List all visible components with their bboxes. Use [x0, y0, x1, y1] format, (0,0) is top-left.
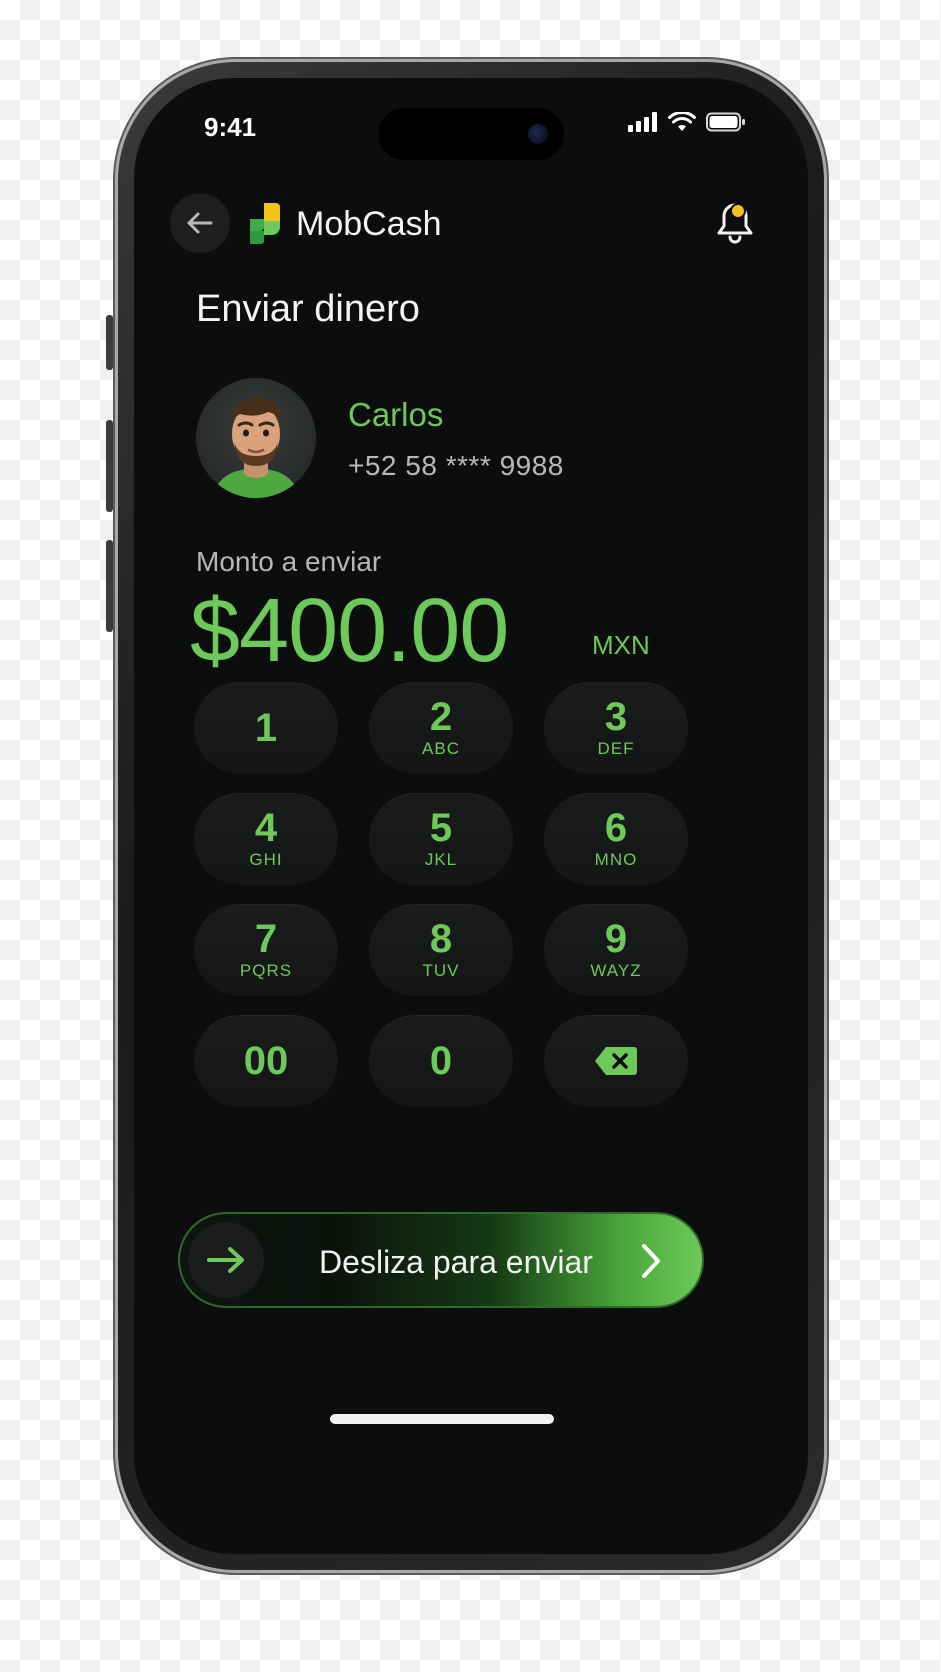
app-header: MobCash — [170, 193, 772, 253]
key-letters: DEF — [597, 739, 635, 758]
delete-key[interactable] — [544, 1015, 688, 1107]
key-digit: 0 — [429, 1039, 453, 1083]
signal-icon — [628, 112, 657, 132]
key-letters: MNO — [594, 850, 638, 869]
key-9[interactable]: 9 WAYZ — [544, 904, 688, 996]
key-digit: 7 — [254, 917, 278, 961]
key-4[interactable]: 4 GHI — [194, 793, 338, 885]
key-digit: 8 — [429, 917, 453, 961]
avatar — [196, 378, 316, 498]
backspace-icon — [595, 1047, 637, 1075]
key-digit: 1 — [254, 706, 278, 750]
dynamic-island — [378, 108, 564, 160]
status-time: 9:41 — [204, 112, 257, 142]
key-digit: 00 — [243, 1039, 289, 1083]
contact-avatar-illustration — [214, 398, 298, 498]
notification-dot — [730, 203, 746, 219]
key-digit: 2 — [429, 695, 453, 739]
arrow-left-icon — [187, 212, 213, 234]
wifi-icon — [668, 112, 696, 131]
key-digit: 4 — [254, 806, 278, 850]
key-letters: WAYZ — [590, 961, 642, 980]
key-7[interactable]: 7 PQRS — [194, 904, 338, 996]
contact-phone: +52 58 **** 9988 — [348, 450, 564, 481]
key-5[interactable]: 5 JKL — [369, 793, 513, 885]
phone-screen: 9:41 MobCash Enviar dinero Carlos +52 58… — [134, 78, 808, 1554]
volume-up-button — [106, 420, 113, 512]
key-8[interactable]: 8 TUV — [369, 904, 513, 996]
home-indicator[interactable] — [330, 1414, 554, 1424]
amount-value: $400.00 — [190, 581, 509, 681]
notification-button[interactable] — [712, 199, 758, 247]
volume-down-button — [106, 540, 113, 632]
key-letters: ABC — [422, 739, 460, 758]
key-0[interactable]: 0 — [369, 1015, 513, 1107]
action-button — [106, 315, 113, 370]
contact-name: Carlos — [348, 396, 444, 433]
chevron-right-icon — [642, 1244, 660, 1278]
key-3[interactable]: 3 DEF — [544, 682, 688, 774]
page-title: Enviar dinero — [196, 288, 420, 330]
key-digit: 9 — [604, 917, 628, 961]
key-digit: 5 — [429, 806, 453, 850]
app-name: MobCash — [296, 205, 442, 243]
key-6[interactable]: 6 MNO — [544, 793, 688, 885]
key-00[interactable]: 00 — [194, 1015, 338, 1107]
currency-code: MXN — [592, 630, 650, 660]
mobcash-logo-icon — [250, 203, 280, 244]
amount-label: Monto a enviar — [196, 546, 382, 577]
key-letters: JKL — [424, 850, 458, 869]
slider-label: Desliza para enviar — [319, 1244, 593, 1280]
key-digit: 3 — [604, 695, 628, 739]
key-letters: GHI — [249, 850, 283, 869]
slide-to-send[interactable]: Desliza para enviar — [178, 1212, 704, 1308]
back-button[interactable] — [170, 193, 230, 253]
battery-icon — [706, 112, 745, 132]
key-letters: PQRS — [239, 961, 293, 980]
key-2[interactable]: 2 ABC — [369, 682, 513, 774]
front-camera — [528, 124, 548, 144]
key-letters: TUV — [422, 961, 460, 980]
status-icons — [628, 112, 746, 132]
key-1[interactable]: 1 — [194, 682, 338, 774]
key-digit: 6 — [604, 806, 628, 850]
